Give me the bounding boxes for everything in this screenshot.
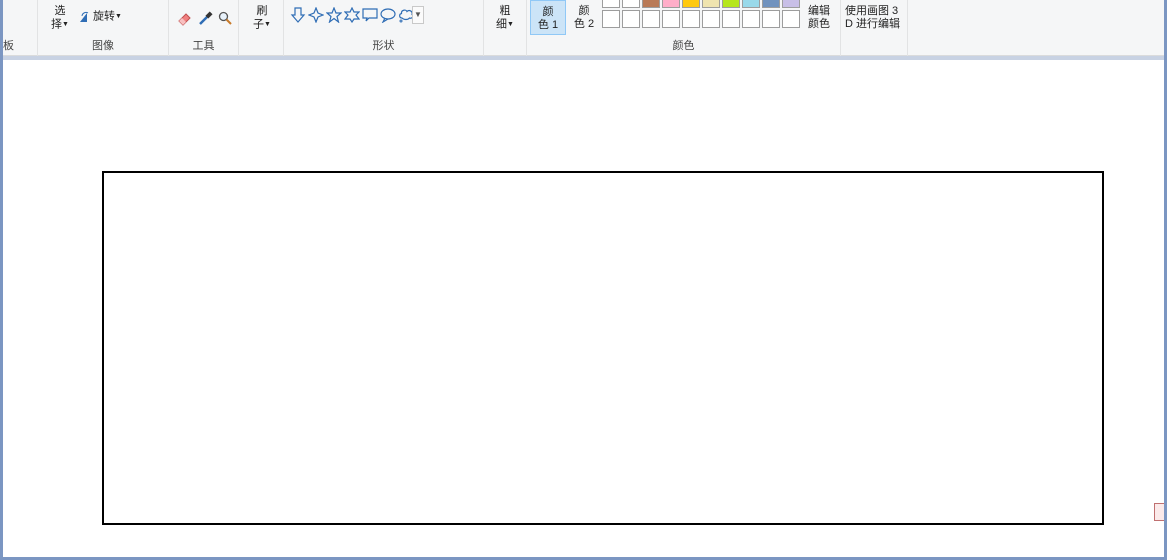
rect-callout-shape-icon[interactable] [362,7,378,23]
color1-label-line2: 色 1 [537,19,559,31]
color2-label-line1: 颜 [578,5,590,17]
palette-custom-swatch[interactable] [782,10,800,28]
palette-custom-swatch[interactable] [762,10,780,28]
size-label-line2: 细 [496,18,508,31]
palette-color-swatch[interactable] [622,0,640,8]
palette-custom-swatch[interactable] [602,10,620,28]
color2-label-line2: 色 2 [573,18,595,30]
chevron-down-icon: ▼ [264,21,271,28]
group-label-image: 图像 [92,40,114,52]
brushes-button[interactable]: 刷 子▼ [247,5,277,31]
color1-label: 颜 色 1 [531,6,565,32]
palette-custom-swatch[interactable] [742,10,760,28]
palette-color-swatch[interactable] [662,0,680,8]
edit-with-paint3d-button[interactable]: 使用画图 3 D 进行编辑 [845,5,905,31]
chevron-down-icon: ▼ [414,10,422,19]
palette-color-swatch[interactable] [602,0,620,8]
rotate-label: 旋转 [93,10,115,23]
group-shapes: ▼ 形状 [284,0,484,56]
group-colors: 颜 色 1 颜 色 2 编辑 颜色 颜色 [527,0,841,56]
group-label-shapes: 形状 [372,40,395,52]
ribbon: 板 选 择▼ 旋转▼ 图像 工具 刷 子▼ ▼ 形状 粗 细▼ 颜 色 1 颜 … [3,0,1164,56]
paint3d-label-line2: D 进行编辑 [845,18,900,30]
drawing-canvas[interactable] [102,171,1104,525]
rotate-button[interactable]: 旋转▼ [79,10,129,23]
edit-colors-label-line2: 颜色 [808,18,830,30]
ribbon-divider [3,56,1164,60]
edit-colors-button[interactable]: 编辑 颜色 [803,5,835,31]
chevron-down-icon: ▼ [115,13,122,20]
group-image: 选 择▼ 旋转▼ 图像 [38,0,169,56]
select-label-line1: 选 [54,5,66,17]
magnifier-icon[interactable] [217,10,233,26]
color-palette [602,0,802,36]
group-brushes: 刷 子▼ [239,0,284,56]
arrow-down-shape-icon[interactable] [290,7,306,23]
group-label-tools: 工具 [192,40,215,52]
palette-custom-swatch[interactable] [662,10,680,28]
palette-color-swatch[interactable] [722,0,740,8]
color2-label: 颜 色 2 [567,5,601,31]
resize-handle-icon[interactable] [1154,503,1164,521]
color1-button[interactable]: 颜 色 1 [530,0,566,35]
palette-color-swatch[interactable] [642,0,660,8]
eraser-icon[interactable] [177,10,193,26]
shapes-more-button[interactable]: ▼ [412,6,424,24]
paint3d-label-line1: 使用画图 3 [845,5,899,17]
brushes-label-line2: 子 [253,18,265,31]
size-button[interactable]: 粗 细▼ [490,5,520,31]
select-label-line2: 择 [51,18,63,31]
rotate-icon [80,11,89,22]
palette-custom-swatch[interactable] [622,10,640,28]
palette-color-swatch[interactable] [762,0,780,8]
palette-color-swatch[interactable] [702,0,720,8]
star6-shape-icon[interactable] [344,7,360,23]
palette-color-swatch[interactable] [742,0,760,8]
group-label-clipboard: 板 [3,40,14,52]
color-picker-icon[interactable] [197,10,213,26]
group-label-colors: 颜色 [672,40,695,52]
edit-colors-label-line1: 编辑 [808,5,830,17]
palette-custom-swatch[interactable] [702,10,720,28]
palette-color-swatch[interactable] [782,0,800,8]
group-clipboard: 板 [3,0,38,56]
shapes-gallery [288,2,414,24]
palette-custom-swatch[interactable] [722,10,740,28]
palette-custom-swatch[interactable] [682,10,700,28]
group-size: 粗 细▼ [484,0,527,56]
oval-callout-shape-icon[interactable] [380,7,396,23]
chevron-down-icon: ▼ [62,21,69,28]
group-paint3d: 使用画图 3 D 进行编辑 [841,0,908,56]
star5-shape-icon[interactable] [326,7,342,23]
color1-label-line1: 颜 [542,6,554,18]
color2-button[interactable]: 颜 色 2 [567,0,603,35]
chevron-down-icon: ▼ [507,21,514,28]
palette-color-swatch[interactable] [682,0,700,8]
select-button[interactable]: 选 择▼ [48,5,72,31]
paint-window: 板 选 择▼ 旋转▼ 图像 工具 刷 子▼ ▼ 形状 粗 细▼ 颜 色 1 颜 … [3,0,1164,557]
brushes-label-line1: 刷 [256,5,268,17]
size-label-line1: 粗 [499,5,511,17]
palette-custom-swatch[interactable] [642,10,660,28]
star4-shape-icon[interactable] [308,7,324,23]
group-tools: 工具 [169,0,239,56]
